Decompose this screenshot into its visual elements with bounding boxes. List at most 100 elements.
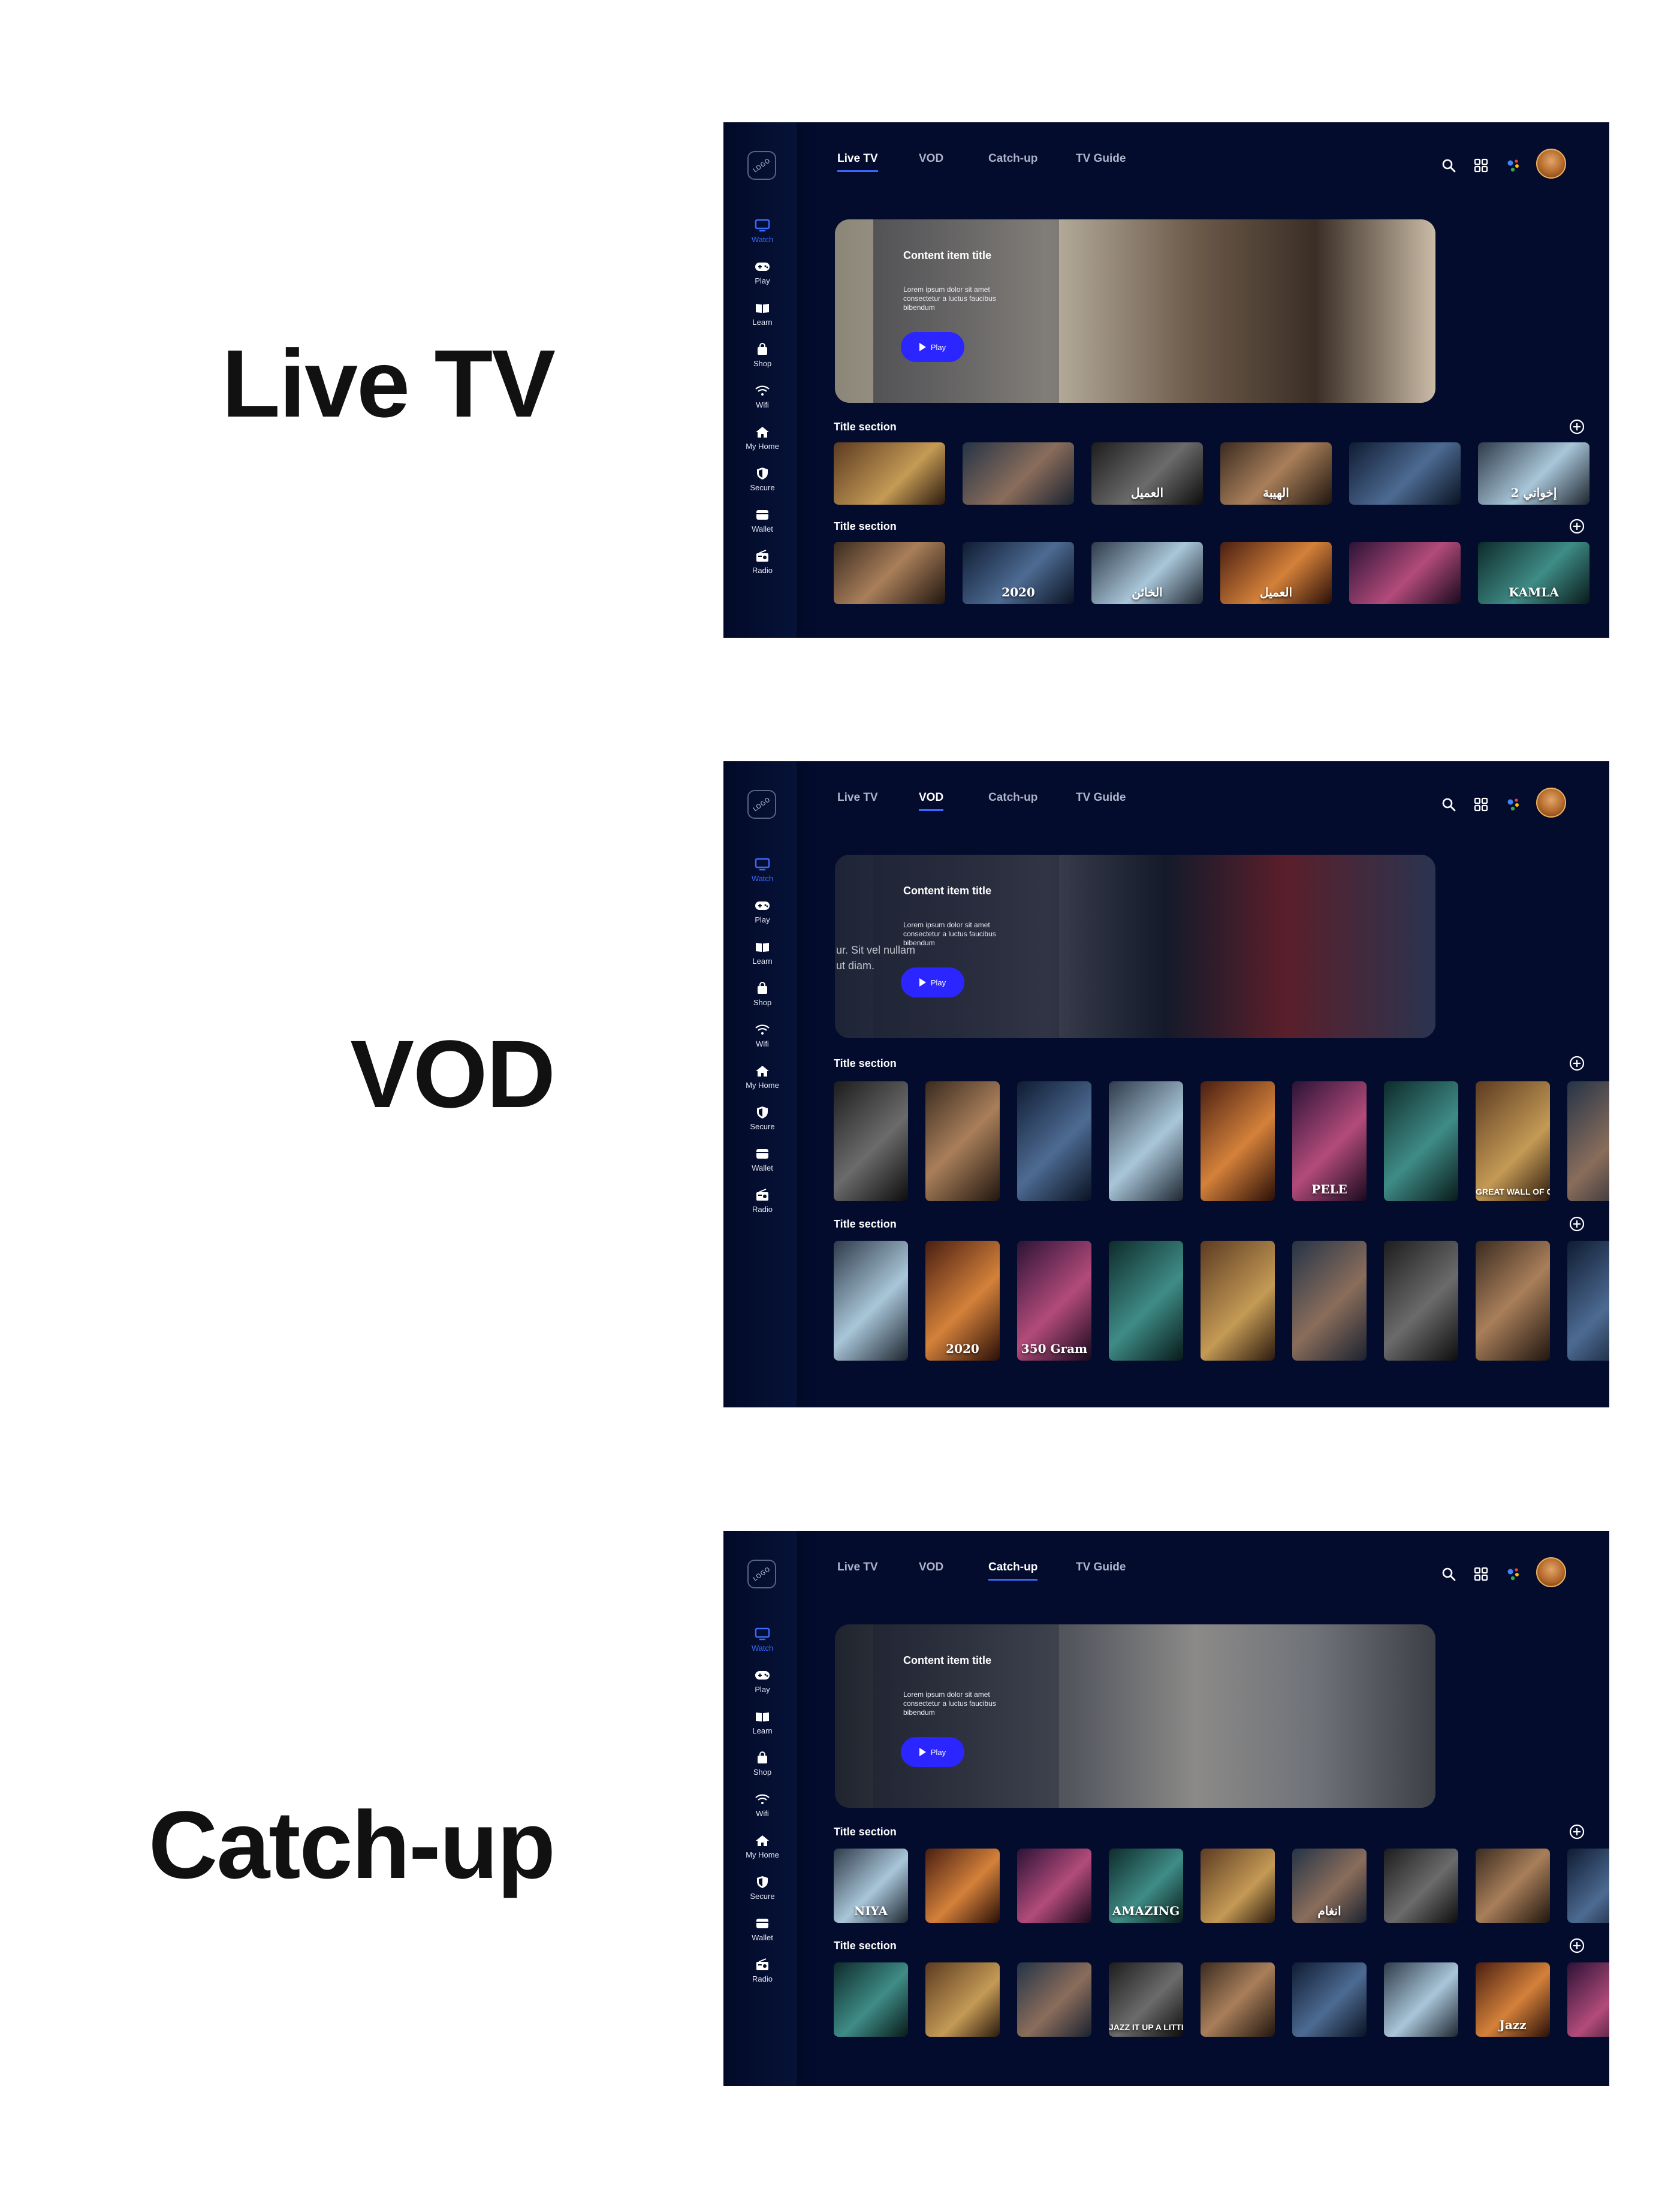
hero-banner[interactable]: Content item title Lorem ipsum dolor sit … — [835, 855, 1435, 1038]
content-tile[interactable] — [1109, 1241, 1183, 1361]
content-tile[interactable] — [1384, 1849, 1458, 1923]
plus-circle-icon[interactable] — [1569, 518, 1585, 535]
grid-icon[interactable] — [1473, 1566, 1489, 1582]
tab-catch-up[interactable]: Catch-up — [988, 152, 1037, 170]
content-tile[interactable]: AMAZING — [1109, 1849, 1183, 1923]
content-tile[interactable]: الهيبة — [1220, 442, 1332, 505]
sidebar-item-watch[interactable]: Watch — [737, 857, 788, 883]
logo[interactable]: LOGO — [747, 151, 776, 180]
tab-tv-guide[interactable]: TV Guide — [1076, 791, 1126, 809]
content-tile[interactable] — [834, 442, 945, 505]
content-tile[interactable] — [1109, 1081, 1183, 1201]
avatar[interactable] — [1536, 788, 1566, 818]
content-tile[interactable] — [834, 1241, 908, 1361]
sidebar-item-shop[interactable]: Shop — [737, 342, 788, 368]
sidebar-item-wifi[interactable]: Wifi — [737, 1792, 788, 1818]
content-tile[interactable] — [1017, 1849, 1091, 1923]
search-icon[interactable] — [1440, 796, 1457, 813]
content-tile[interactable]: PELE — [1292, 1081, 1367, 1201]
content-tile[interactable]: إخواتي 2 — [1478, 442, 1589, 505]
content-tile[interactable]: KAMLA — [1478, 542, 1589, 604]
content-tile[interactable] — [963, 442, 1074, 505]
hero-banner[interactable]: Content item title Lorem ipsum dolor sit … — [835, 219, 1435, 403]
tab-live-tv[interactable]: Live TV — [837, 1561, 878, 1579]
content-tile[interactable] — [834, 1962, 908, 2037]
tab-catch-up[interactable]: Catch-up — [988, 1561, 1038, 1581]
content-tile[interactable]: العميل — [1220, 542, 1332, 604]
content-tile[interactable] — [1201, 1849, 1275, 1923]
sidebar-item-wallet[interactable]: Wallet — [737, 508, 788, 533]
tab-live-tv[interactable]: Live TV — [837, 791, 878, 809]
avatar[interactable] — [1536, 149, 1566, 179]
sidebar-item-learn[interactable]: Learn — [737, 1709, 788, 1735]
plus-circle-icon[interactable] — [1569, 1937, 1585, 1954]
content-tile[interactable] — [1201, 1962, 1275, 2037]
plus-circle-icon[interactable] — [1569, 418, 1585, 435]
content-tile[interactable] — [1201, 1241, 1275, 1361]
sidebar-item-shop[interactable]: Shop — [737, 981, 788, 1007]
content-tile[interactable]: 2020 — [925, 1241, 1000, 1361]
tab-catch-up[interactable]: Catch-up — [988, 791, 1037, 809]
content-tile[interactable]: 350 Gram — [1017, 1241, 1091, 1361]
content-tile[interactable] — [1292, 1241, 1367, 1361]
sidebar-item-play[interactable]: Play — [737, 1668, 788, 1694]
content-tile[interactable] — [925, 1849, 1000, 1923]
content-tile[interactable] — [834, 542, 945, 604]
content-tile[interactable] — [1201, 1081, 1275, 1201]
sidebar-item-my-home[interactable]: My Home — [737, 1834, 788, 1859]
content-tile[interactable]: Jazz — [1476, 1962, 1550, 2037]
sidebar-item-learn[interactable]: Learn — [737, 301, 788, 327]
sidebar-item-radio[interactable]: Radio — [737, 1958, 788, 1983]
sidebar-item-watch[interactable]: Watch — [737, 218, 788, 244]
sidebar-item-my-home[interactable]: My Home — [737, 425, 788, 451]
sidebar-item-wallet[interactable]: Wallet — [737, 1147, 788, 1172]
content-tile[interactable] — [1476, 1849, 1550, 1923]
content-tile[interactable]: انغام — [1292, 1849, 1367, 1923]
avatar[interactable] — [1536, 1557, 1566, 1587]
search-icon[interactable] — [1440, 157, 1457, 174]
sidebar-item-wallet[interactable]: Wallet — [737, 1916, 788, 1942]
content-tile[interactable]: الخائن — [1091, 542, 1203, 604]
tab-tv-guide[interactable]: TV Guide — [1076, 1561, 1126, 1579]
content-tile[interactable]: 2020 — [963, 542, 1074, 604]
sidebar-item-wifi[interactable]: Wifi — [737, 1023, 788, 1048]
content-tile[interactable] — [925, 1962, 1000, 2037]
sidebar-item-play[interactable]: Play — [737, 260, 788, 285]
content-tile[interactable] — [1567, 1081, 1609, 1201]
sidebar-item-secure[interactable]: Secure — [737, 1105, 788, 1131]
sidebar-item-radio[interactable]: Radio — [737, 549, 788, 575]
tab-vod[interactable]: VOD — [919, 791, 944, 811]
content-tile[interactable] — [834, 1081, 908, 1201]
content-tile[interactable]: العميل — [1091, 442, 1203, 505]
content-tile[interactable] — [1017, 1962, 1091, 2037]
content-tile[interactable]: GREAT WALL OF CHINA — [1476, 1081, 1550, 1201]
plus-circle-icon[interactable] — [1569, 1216, 1585, 1232]
tab-tv-guide[interactable]: TV Guide — [1076, 152, 1126, 170]
content-tile[interactable] — [1349, 442, 1461, 505]
sidebar-item-secure[interactable]: Secure — [737, 1875, 788, 1901]
assistant-icon[interactable] — [1505, 796, 1522, 813]
sidebar-item-radio[interactable]: Radio — [737, 1188, 788, 1214]
content-tile[interactable] — [1384, 1081, 1458, 1201]
play-button[interactable]: Play — [901, 332, 964, 362]
content-tile[interactable] — [1567, 1962, 1609, 2037]
logo[interactable]: LOGO — [747, 790, 776, 819]
content-tile[interactable]: JAZZ IT UP A LITTLE — [1109, 1962, 1183, 2037]
assistant-icon[interactable] — [1505, 1566, 1522, 1582]
sidebar-item-wifi[interactable]: Wifi — [737, 384, 788, 409]
tab-live-tv[interactable]: Live TV — [837, 152, 878, 172]
content-tile[interactable] — [1292, 1962, 1367, 2037]
assistant-icon[interactable] — [1505, 157, 1522, 174]
sidebar-item-watch[interactable]: Watch — [737, 1627, 788, 1653]
play-button[interactable]: Play — [901, 1737, 964, 1767]
sidebar-item-learn[interactable]: Learn — [737, 940, 788, 966]
plus-circle-icon[interactable] — [1569, 1055, 1585, 1072]
sidebar-item-secure[interactable]: Secure — [737, 466, 788, 492]
content-tile[interactable] — [1384, 1962, 1458, 2037]
sidebar-item-my-home[interactable]: My Home — [737, 1064, 788, 1090]
plus-circle-icon[interactable] — [1569, 1823, 1585, 1840]
sidebar-item-shop[interactable]: Shop — [737, 1751, 788, 1777]
content-tile[interactable] — [1476, 1241, 1550, 1361]
grid-icon[interactable] — [1473, 157, 1489, 174]
content-tile[interactable] — [1567, 1241, 1609, 1361]
